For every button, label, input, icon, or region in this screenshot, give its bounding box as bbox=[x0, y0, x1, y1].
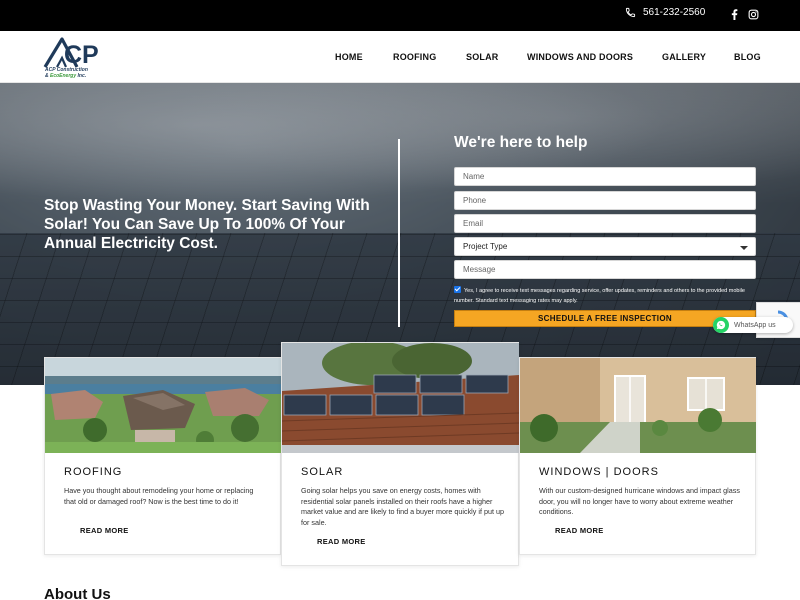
phone-number: 561-232-2560 bbox=[643, 6, 706, 18]
consent-checkbox[interactable] bbox=[454, 286, 461, 293]
read-more-roofing[interactable]: READ MORE bbox=[80, 526, 129, 535]
nav-windows-and-doors[interactable]: WINDOWS AND DOORS bbox=[527, 52, 633, 62]
card-title-solar: SOLAR bbox=[301, 466, 344, 478]
project-type-select[interactable]: Project Type bbox=[454, 237, 756, 256]
nav-roofing[interactable]: ROOFING bbox=[393, 52, 436, 62]
message-textarea[interactable]: Message bbox=[454, 260, 756, 279]
chevron-down-icon bbox=[740, 246, 748, 250]
logo-caption: ACP Construction & EcoEnergy Inc. bbox=[45, 67, 88, 79]
read-more-solar[interactable]: READ MORE bbox=[317, 537, 366, 546]
hero-section: Stop Wasting Your Money. Start Saving Wi… bbox=[0, 83, 800, 385]
top-bar: 561-232-2560 bbox=[0, 0, 800, 31]
facebook-icon bbox=[731, 9, 738, 20]
card-text-windows-doors: With our custom-designed hurricane windo… bbox=[539, 486, 740, 516]
card-text-solar: Going solar helps you save on energy cos… bbox=[301, 486, 504, 527]
solar-image bbox=[282, 343, 519, 453]
project-type-value: Project Type bbox=[463, 242, 508, 251]
form-title: We're here to help bbox=[454, 134, 588, 151]
whatsapp-icon bbox=[713, 317, 729, 333]
windows-photo bbox=[520, 358, 756, 453]
service-card-roofing: ROOFING Have you thought about remodelin… bbox=[44, 357, 281, 555]
hero-headline: Stop Wasting Your Money. Start Saving Wi… bbox=[44, 197, 370, 252]
site-header: CP ACP Construction & EcoEnergy Inc. HOM… bbox=[0, 31, 800, 83]
service-card-solar: SOLAR Going solar helps you save on ener… bbox=[281, 342, 519, 566]
logo-eco: EcoEnergy bbox=[50, 73, 77, 79]
service-card-windows-doors: WINDOWS | DOORS With our custom-designed… bbox=[519, 357, 756, 555]
whatsapp-widget[interactable]: WhatsApp us bbox=[713, 317, 793, 333]
whatsapp-label: WhatsApp us bbox=[734, 321, 776, 329]
phone-field[interactable]: Phone bbox=[454, 191, 756, 210]
consent-row: Yes, I agree to receive text messages re… bbox=[454, 286, 759, 306]
facebook-link[interactable] bbox=[731, 9, 738, 20]
solar-photo bbox=[282, 343, 519, 453]
logo-line-2: & EcoEnergy Inc. bbox=[45, 73, 87, 79]
windows-image bbox=[520, 358, 756, 453]
instagram-link[interactable] bbox=[748, 9, 759, 20]
nav-solar[interactable]: SOLAR bbox=[466, 52, 499, 62]
schedule-inspection-button[interactable]: SCHEDULE A FREE INSPECTION bbox=[454, 310, 756, 327]
instagram-icon bbox=[748, 9, 759, 20]
email-field[interactable]: Email bbox=[454, 214, 756, 233]
name-field[interactable]: Name bbox=[454, 167, 756, 186]
roofing-photo bbox=[45, 358, 281, 453]
roofing-image bbox=[45, 358, 281, 453]
card-title-windows-doors: WINDOWS | DOORS bbox=[539, 466, 659, 478]
main-nav: HOME ROOFING SOLAR WINDOWS AND DOORS GAL… bbox=[0, 52, 800, 64]
hero-divider bbox=[398, 139, 400, 327]
nav-blog[interactable]: BLOG bbox=[734, 52, 761, 62]
nav-gallery[interactable]: GALLERY bbox=[662, 52, 706, 62]
card-text-roofing: Have you thought about remodeling your h… bbox=[64, 486, 254, 506]
phone-link[interactable]: 561-232-2560 bbox=[625, 5, 705, 19]
nav-home[interactable]: HOME bbox=[335, 52, 363, 62]
card-title-roofing: ROOFING bbox=[64, 466, 123, 478]
read-more-windows-doors[interactable]: READ MORE bbox=[555, 526, 604, 535]
about-heading: About Us bbox=[44, 586, 111, 600]
phone-icon bbox=[625, 7, 636, 17]
consent-text: Yes, I agree to receive text messages re… bbox=[454, 288, 745, 304]
